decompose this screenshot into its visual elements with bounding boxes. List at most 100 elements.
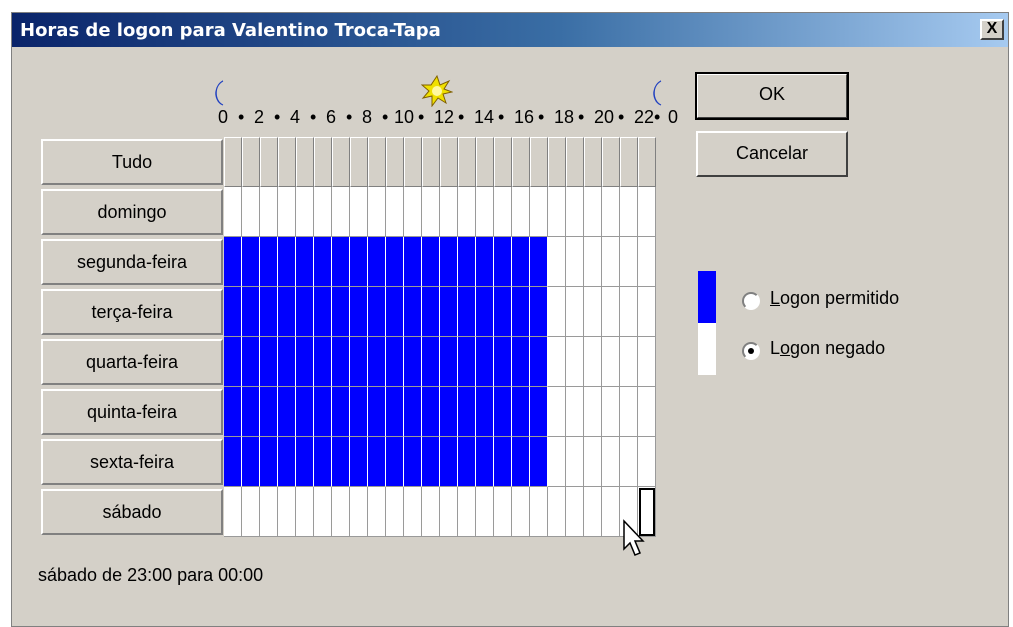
hour-cell[interactable] <box>386 187 404 237</box>
hour-cell[interactable] <box>404 287 422 337</box>
hour-cell[interactable] <box>422 437 440 487</box>
hour-cell[interactable] <box>242 187 260 237</box>
hour-cell[interactable] <box>332 387 350 437</box>
hour-cell[interactable] <box>296 187 314 237</box>
hour-cell[interactable] <box>332 337 350 387</box>
hour-cell[interactable] <box>422 237 440 287</box>
hour-cell[interactable] <box>620 337 638 387</box>
hour-cell[interactable] <box>512 237 530 287</box>
hour-column-header[interactable] <box>368 137 386 187</box>
hour-cell[interactable] <box>548 237 566 287</box>
hour-cell[interactable] <box>404 387 422 437</box>
hour-column-header[interactable] <box>296 137 314 187</box>
hour-cell[interactable] <box>602 337 620 387</box>
hour-cell[interactable] <box>332 237 350 287</box>
hour-cell[interactable] <box>296 337 314 387</box>
hour-cell[interactable] <box>368 337 386 387</box>
hour-cell[interactable] <box>314 237 332 287</box>
hour-cell[interactable] <box>512 337 530 387</box>
hour-column-header[interactable] <box>224 137 242 187</box>
hour-cell[interactable] <box>422 487 440 537</box>
hour-cell[interactable] <box>386 287 404 337</box>
hour-column-header[interactable] <box>458 137 476 187</box>
hour-cell[interactable] <box>638 387 656 437</box>
hour-cell[interactable] <box>566 337 584 387</box>
hour-cell[interactable] <box>584 437 602 487</box>
hour-cell[interactable] <box>476 187 494 237</box>
hour-cell[interactable] <box>458 387 476 437</box>
hour-cell[interactable] <box>530 487 548 537</box>
hour-cell[interactable] <box>386 237 404 287</box>
hour-column-header[interactable] <box>440 137 458 187</box>
hour-cell[interactable] <box>620 437 638 487</box>
hour-cell[interactable] <box>278 387 296 437</box>
hour-column-header[interactable] <box>494 137 512 187</box>
hour-cell[interactable] <box>620 387 638 437</box>
hour-cell[interactable] <box>332 287 350 337</box>
hour-cell[interactable] <box>602 437 620 487</box>
hour-cell[interactable] <box>638 237 656 287</box>
hour-column-header[interactable] <box>620 137 638 187</box>
hour-cell[interactable] <box>422 387 440 437</box>
hour-cell[interactable] <box>314 437 332 487</box>
hour-cell[interactable] <box>386 337 404 387</box>
hour-cell[interactable] <box>530 337 548 387</box>
hour-cell[interactable] <box>458 337 476 387</box>
hour-cell[interactable] <box>494 437 512 487</box>
hour-cell[interactable] <box>350 237 368 287</box>
hour-cell[interactable] <box>368 437 386 487</box>
hour-cell[interactable] <box>224 337 242 387</box>
hour-column-header[interactable] <box>350 137 368 187</box>
hour-cell[interactable] <box>242 337 260 387</box>
hour-cell[interactable] <box>224 187 242 237</box>
ok-button[interactable]: OK <box>695 72 849 120</box>
hour-cell[interactable] <box>404 237 422 287</box>
hour-cell[interactable] <box>602 237 620 287</box>
select-all-button[interactable]: Tudo <box>41 139 223 185</box>
hour-column-header[interactable] <box>314 137 332 187</box>
hour-cell[interactable] <box>278 437 296 487</box>
hour-cell[interactable] <box>242 387 260 437</box>
day-row-button[interactable]: domingo <box>41 189 223 235</box>
close-button[interactable]: X <box>980 19 1004 40</box>
hour-cell[interactable] <box>530 187 548 237</box>
hour-cell[interactable] <box>638 437 656 487</box>
hour-cell[interactable] <box>260 187 278 237</box>
hour-cell[interactable] <box>350 187 368 237</box>
hour-cell[interactable] <box>404 187 422 237</box>
day-row-button[interactable]: segunda-feira <box>41 239 223 285</box>
logon-denied-radio[interactable] <box>742 342 760 360</box>
hour-cell[interactable] <box>242 437 260 487</box>
hour-cell[interactable] <box>440 337 458 387</box>
hour-cell[interactable] <box>296 487 314 537</box>
hour-cell[interactable] <box>260 487 278 537</box>
hour-cell[interactable] <box>224 287 242 337</box>
hour-cell[interactable] <box>602 387 620 437</box>
day-row-button[interactable]: sexta-feira <box>41 439 223 485</box>
hour-cell[interactable] <box>314 487 332 537</box>
hour-cell[interactable] <box>350 337 368 387</box>
hour-cell[interactable] <box>476 237 494 287</box>
hour-cell[interactable] <box>530 387 548 437</box>
hour-cell[interactable] <box>440 437 458 487</box>
hour-cell[interactable] <box>350 437 368 487</box>
hour-cell[interactable] <box>476 437 494 487</box>
hour-cell[interactable] <box>584 287 602 337</box>
hour-cell[interactable] <box>566 487 584 537</box>
hour-cell[interactable] <box>422 337 440 387</box>
hour-cell[interactable] <box>224 437 242 487</box>
hour-column-header[interactable] <box>512 137 530 187</box>
hour-cell[interactable] <box>620 287 638 337</box>
day-row-button[interactable]: sábado <box>41 489 223 535</box>
hour-cell[interactable] <box>512 387 530 437</box>
hour-cell[interactable] <box>368 187 386 237</box>
hour-cell[interactable] <box>476 287 494 337</box>
hour-cell[interactable] <box>350 387 368 437</box>
hour-cell[interactable] <box>620 187 638 237</box>
hour-cell[interactable] <box>476 387 494 437</box>
hour-cell[interactable] <box>278 187 296 237</box>
hour-column-header[interactable] <box>548 137 566 187</box>
hour-cell[interactable] <box>638 287 656 337</box>
hour-cell[interactable] <box>278 237 296 287</box>
hour-cell[interactable] <box>296 237 314 287</box>
